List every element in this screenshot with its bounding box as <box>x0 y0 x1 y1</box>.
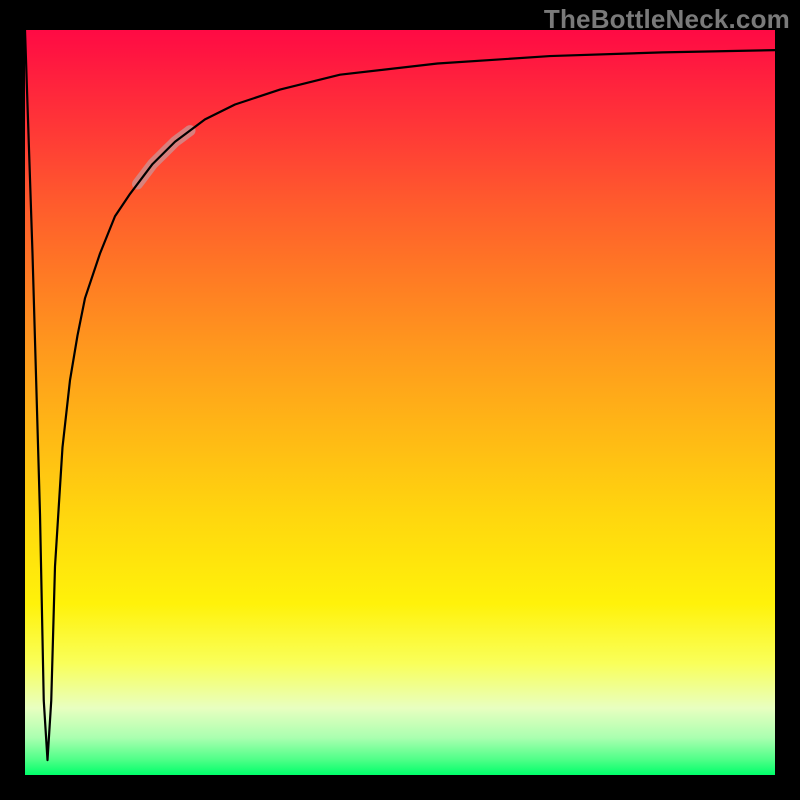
curve-layer <box>25 30 775 775</box>
bottleneck-curve <box>25 30 775 760</box>
chart-container: TheBottleNeck.com <box>0 0 800 800</box>
plot-area <box>25 30 775 775</box>
highlight-segment <box>138 131 191 184</box>
